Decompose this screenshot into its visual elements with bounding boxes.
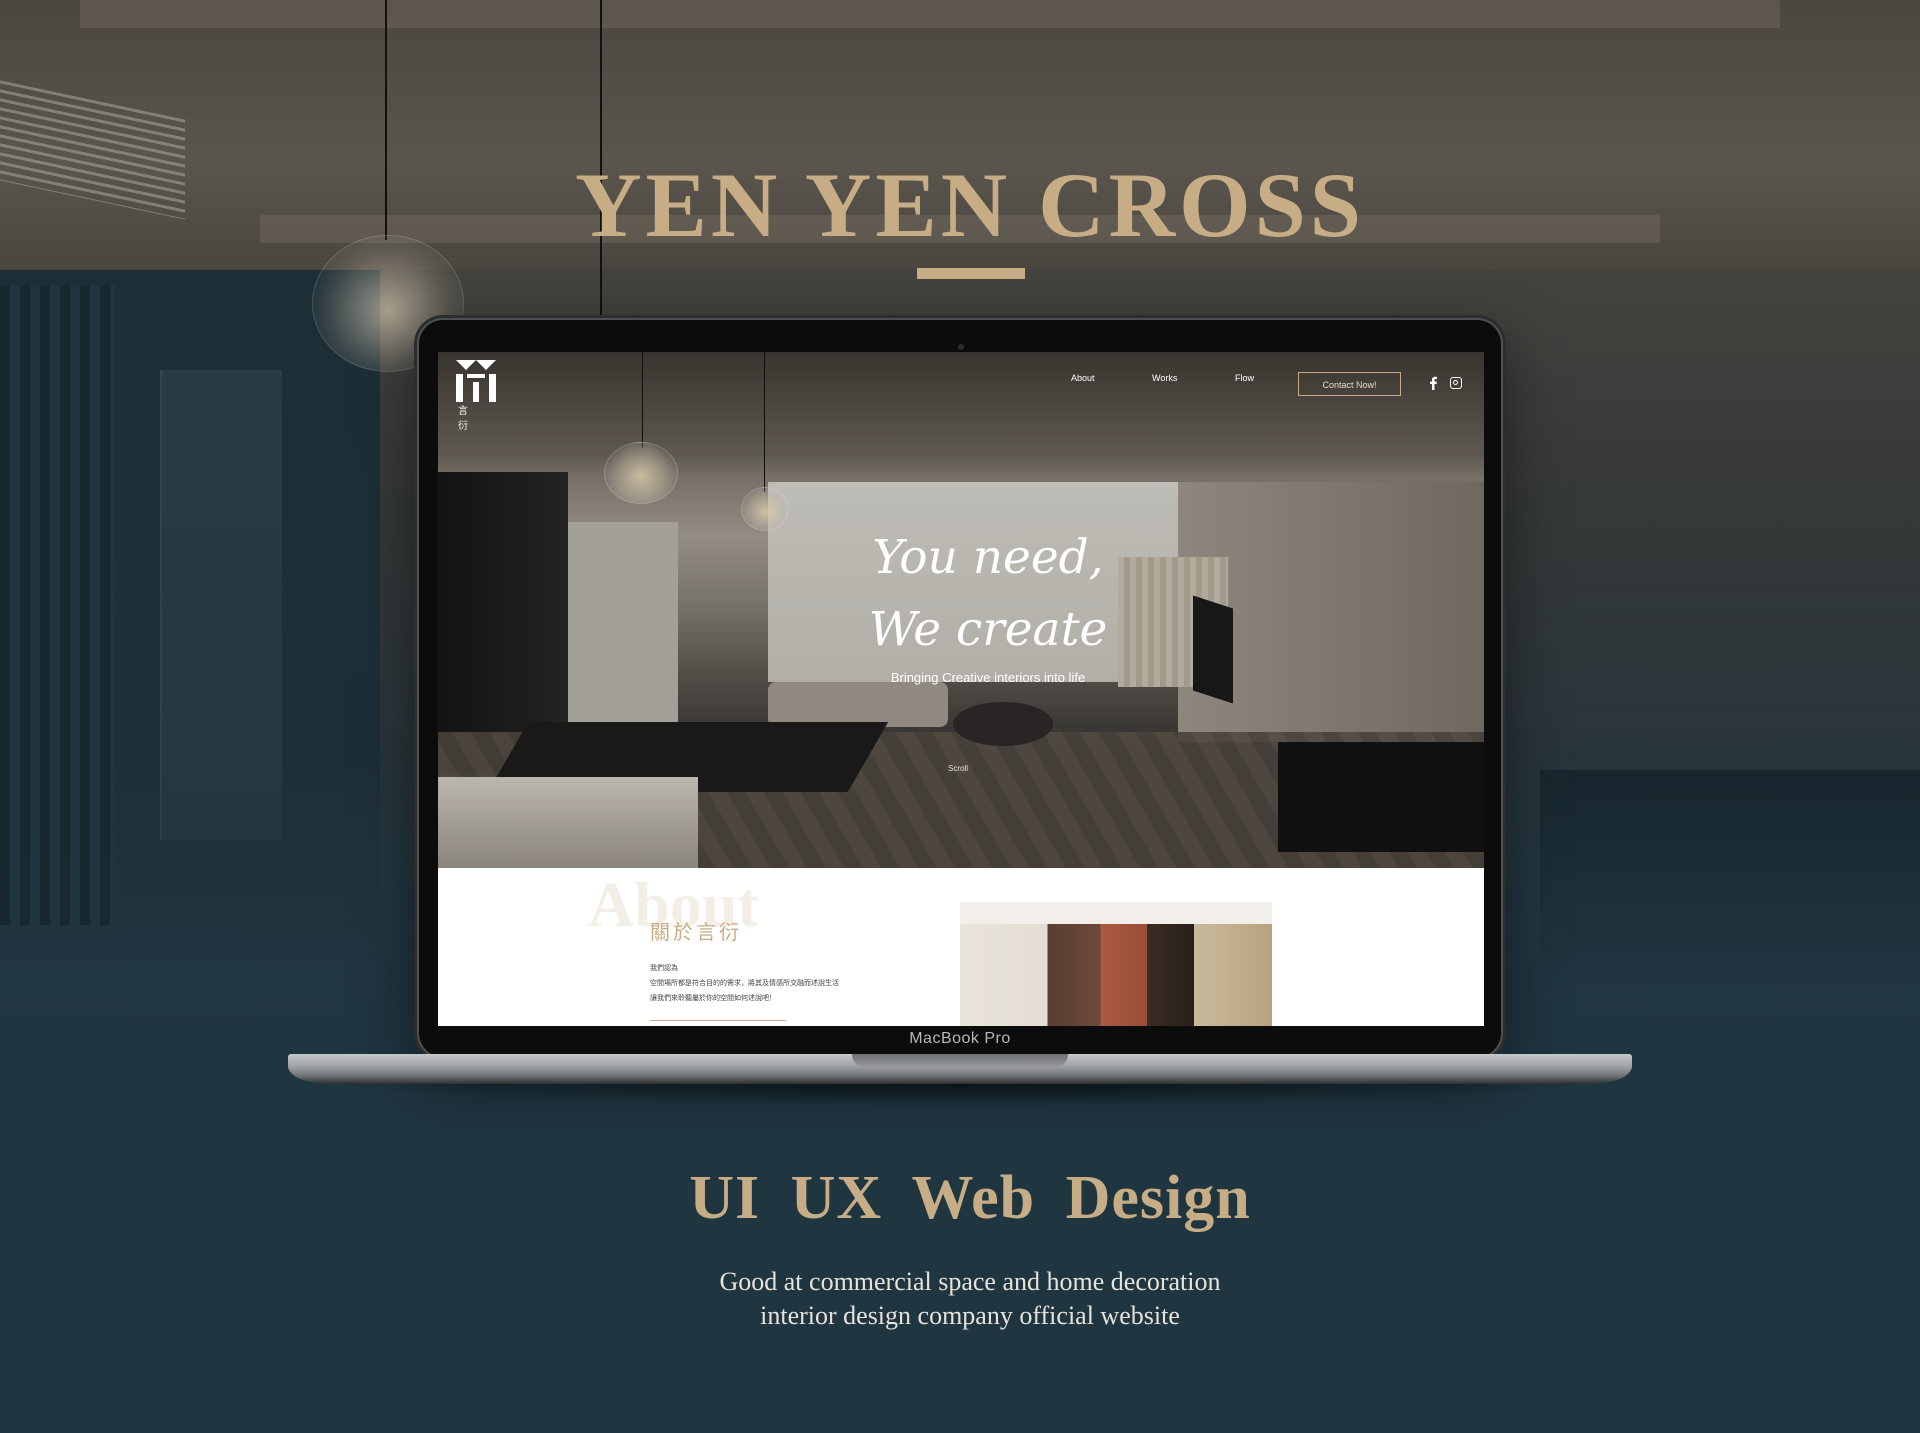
description-line-2: interior design company official website	[760, 1301, 1180, 1330]
door	[160, 370, 282, 840]
title-underline	[917, 268, 1025, 279]
about-more-button[interactable]	[650, 1020, 786, 1026]
about-text-line: 讓我們來聆聽屬於你的空間如何述說吧！	[650, 994, 776, 1002]
laptop-shadow	[330, 1084, 1590, 1106]
nav-about[interactable]: About	[1071, 373, 1095, 383]
device-label: MacBook Pro	[909, 1030, 1011, 1047]
brand-title: YEN YEN CROSS	[575, 154, 1365, 256]
facebook-icon[interactable]	[1428, 376, 1438, 390]
laptop-screen: 言 衍 About Works Flow Contact Now! You ne…	[438, 352, 1484, 1026]
ceiling-beam	[80, 0, 1780, 28]
instagram-icon[interactable]	[1450, 377, 1462, 389]
nav-flow[interactable]: Flow	[1235, 373, 1254, 383]
logo-caption: 言 衍	[458, 406, 478, 432]
contact-now-button[interactable]: Contact Now!	[1298, 372, 1401, 396]
logo-icon[interactable]	[454, 358, 498, 408]
hero-tagline: You need, We create	[738, 522, 1238, 666]
about-text-line: 我們認為	[650, 964, 678, 972]
sideboard	[1540, 770, 1920, 990]
about-photo-ceiling	[960, 902, 1272, 924]
description: Good at commercial space and home decora…	[0, 1265, 1920, 1333]
tagline-line-1: You need,	[872, 530, 1104, 585]
about-section: About 關於言衍 我們認為 空間場所都是符合目的的需求，將其及情感所交融而述…	[438, 868, 1484, 1026]
about-text: 我們認為 空間場所都是符合目的的需求，將其及情感所交融而述說生活 讓我們來聆聽屬…	[650, 961, 870, 1006]
subtitle-heading: UI UX Web Design	[689, 1164, 1251, 1232]
scroll-indicator[interactable]: Scroll	[928, 764, 988, 773]
curtain	[0, 285, 115, 925]
about-title: 關於言衍	[650, 920, 742, 944]
nav-works[interactable]: Works	[1152, 373, 1177, 383]
about-photo	[960, 902, 1272, 1026]
hero-subline: Bringing Creative interiors into life	[890, 670, 1086, 685]
about-text-line: 空間場所都是符合目的的需求，將其及情感所交融而述說生活	[650, 979, 839, 987]
camera	[958, 344, 964, 350]
description-line-1: Good at commercial space and home decora…	[719, 1267, 1221, 1296]
hero-section: 言 衍 About Works Flow Contact Now! You ne…	[438, 352, 1484, 868]
tagline-line-2: We create	[868, 602, 1108, 657]
laptop-notch	[852, 1054, 1068, 1068]
